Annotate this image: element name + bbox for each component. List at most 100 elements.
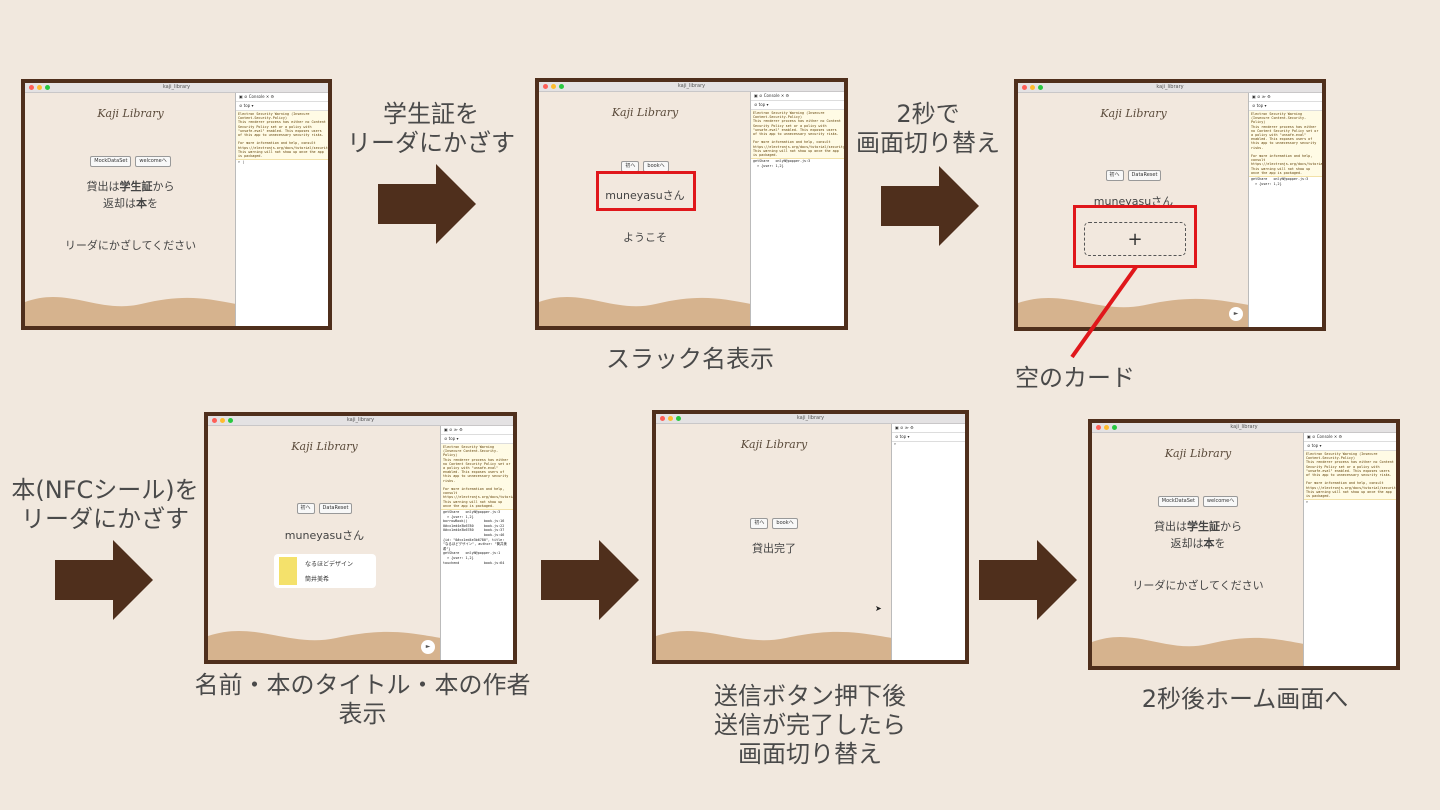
window-title: kaji_library — [1156, 84, 1184, 90]
tab-console[interactable]: Console — [1317, 434, 1333, 439]
window-titlebar: kaji_library — [208, 416, 513, 426]
logo: Kaji Library — [611, 106, 679, 119]
window-title: kaji_library — [796, 415, 825, 421]
caption-book-info: 名前・本のタイトル・本の作者 表示 — [194, 671, 531, 728]
caption-return-home: 2秒後ホーム画面へ — [1141, 685, 1349, 713]
window-titlebar: kaji_library — [1018, 83, 1322, 93]
book-card[interactable]: なるほどデザイン 筒井美希 — [274, 554, 376, 588]
devtools-panel: ▣ ⊘ Console ✕ ⚙ ⊘ top ▾ Electron Securit… — [1303, 433, 1396, 666]
window-titlebar: kaji_library — [1092, 423, 1396, 433]
callout-line — [1070, 265, 1138, 359]
devtools-toolbar: ▣ ⊘ Console ✕ ⚙ — [236, 93, 328, 102]
screenshot-home-return: kaji_library Kaji Library MockDataSet we… — [1088, 419, 1400, 670]
app-area: Kaji Library 初へ DataReset muneyasuさん なるほ… — [208, 426, 441, 660]
right-arrow-4 — [541, 540, 639, 620]
devtools-toolbar: ▣ ⊘ ≫ ⚙ — [892, 424, 965, 433]
window-titlebar: kaji_library — [656, 414, 965, 424]
book-author: 筒井美希 — [305, 576, 330, 583]
devtools-panel: ▣ ⊘ Console ✕ ⚙ ⊘ top ▾ Electron Securit… — [235, 93, 328, 326]
console-log: getShare onlyN@popper.js:3 > {user: 1,2}… — [443, 510, 507, 565]
welcome-button[interactable]: welcomeへ — [135, 156, 171, 167]
app-area: Kaji Library MockDataSet welcomeへ 貸出は学生証… — [1092, 433, 1304, 666]
right-arrow-5 — [979, 540, 1077, 620]
devtools-context: ⊘ top ▾ — [236, 102, 328, 111]
security-warning: Electron Security Warning (Insecure Cont… — [236, 111, 328, 161]
datareset-button[interactable]: DataReset — [318, 503, 353, 514]
mockdataset-button[interactable]: MockDataSet — [90, 156, 132, 167]
caption-slack-name: スラック名表示 — [606, 345, 774, 373]
devtools-context: ⊘ top ▾ — [1249, 102, 1322, 111]
devtools-toolbar: ▣ ⊘ Console ✕ ⚙ — [751, 92, 844, 101]
play-icon[interactable]: ► — [1229, 307, 1243, 321]
home-button[interactable]: 初へ — [750, 518, 769, 529]
window-title: kaji_library — [162, 84, 191, 90]
caption-send-complete: 送信ボタン押下後 送信が完了したら 画面切り替え — [714, 682, 906, 768]
devtools-panel: ▣ ⊘ ≫ ⚙ ⊘ top ▾ Electron Security Warnin… — [1248, 93, 1322, 327]
devtools-toolbar: ▣ ⊘ ≫ ⚙ — [1249, 93, 1322, 102]
reader-prompt: リーダにかざしてください — [1132, 579, 1264, 592]
play-icon[interactable]: ► — [421, 640, 435, 654]
caption-scan-id: 学生証を リーダにかざす — [347, 100, 515, 157]
screenshot-borrow-complete: kaji_library Kaji Library 初へ bookへ 貸出完了 … — [652, 410, 969, 664]
borrow-status: 貸出完了 — [752, 542, 796, 555]
devtools-toolbar: ▣ ⊘ Console ✕ ⚙ — [1304, 433, 1396, 442]
console-log: > | — [238, 160, 245, 165]
highlight-user-name — [596, 171, 696, 211]
home-button[interactable]: 初へ — [1105, 170, 1124, 181]
security-warning: Electron Security Warning (Insecure Cont… — [1304, 451, 1396, 501]
logo: Kaji Library — [291, 440, 358, 453]
security-warning: Electron Security Warning (Insecure Cont… — [1249, 111, 1322, 178]
caption-switch-2sec: 2秒で 画面切り替え — [856, 100, 1000, 157]
logo: Kaji Library — [740, 438, 808, 451]
welcome-text: ようこそ — [623, 231, 667, 244]
welcome-button[interactable]: welcomeへ — [1202, 496, 1239, 507]
right-arrow-1 — [378, 164, 476, 244]
highlight-empty-card — [1073, 205, 1197, 268]
window-titlebar: kaji_library — [25, 83, 328, 93]
caption-empty-card: 空のカード — [1015, 364, 1135, 392]
user-name: muneyasuさん — [284, 529, 365, 542]
screenshot-book-info: kaji_library Kaji Library 初へ DataReset m… — [204, 412, 517, 664]
devtools-context: ⊘ top ▾ — [1304, 442, 1396, 451]
mockdataset-button[interactable]: MockDataSet — [1157, 496, 1199, 507]
tab-console[interactable]: Console — [764, 93, 780, 98]
tab-console[interactable]: Console — [249, 94, 265, 99]
logo: Kaji Library — [97, 107, 164, 120]
devtools-context: ⊘ top ▾ — [441, 435, 513, 444]
book-button[interactable]: bookへ — [772, 518, 798, 529]
bottom-wave — [539, 296, 751, 326]
book-cover — [279, 557, 297, 585]
devtools-context: ⊘ top ▾ — [751, 101, 844, 110]
window-title: kaji_library — [346, 417, 375, 423]
right-arrow-3 — [55, 540, 153, 620]
reader-prompt: リーダにかざしてください — [64, 239, 197, 252]
bottom-wave — [656, 630, 892, 660]
security-warning: Electron Security Warning (Insecure Cont… — [751, 110, 844, 160]
devtools-panel: ▣ ⊘ Console ✕ ⚙ ⊘ top ▾ Electron Securit… — [750, 92, 844, 326]
devtools-panel: ▣ ⊘ ≫ ⚙ ⊘ top ▾ Electron Security Warnin… — [440, 426, 513, 660]
window-titlebar: kaji_library — [539, 82, 844, 92]
app-area: Kaji Library 初へ bookへ 貸出完了 ➤ — [656, 424, 892, 660]
home-button[interactable]: 初へ — [296, 503, 315, 514]
console-log: getShare onlyN@popper.js:3 > {user: 1,2} — [1251, 177, 1309, 186]
datareset-button[interactable]: DataReset — [1127, 170, 1162, 181]
bottom-wave — [1092, 636, 1304, 666]
logo: Kaji Library — [1164, 447, 1232, 460]
mouse-cursor-icon: ➤ — [875, 604, 882, 613]
logo: Kaji Library — [1100, 107, 1167, 120]
devtools-panel: ▣ ⊘ ≫ ⚙ ⊘ top ▾ > — [891, 424, 965, 660]
app-area: Kaji Library MockDataSet welcomeへ 貸出は学生証… — [25, 93, 236, 326]
window-title: kaji_library — [677, 83, 706, 89]
right-arrow-2 — [881, 166, 979, 246]
screenshot-home: kaji_library Kaji Library MockDataSet we… — [21, 79, 332, 330]
console-log: getShare onlyN@popper.js:3 > {user: 1,2} — [753, 159, 811, 168]
borrow-instruction: 貸出は学生証から 返却は本を — [1154, 520, 1242, 550]
book-title: なるほどデザイン — [305, 561, 354, 568]
borrow-instruction: 貸出は学生証から 返却は本を — [86, 180, 175, 210]
caption-scan-book: 本(NFCシール)を リーダにかざす — [11, 476, 199, 533]
bottom-wave — [208, 630, 441, 660]
console-log: > — [894, 442, 897, 446]
window-title: kaji_library — [1230, 424, 1258, 430]
devtools-toolbar: ▣ ⊘ ≫ ⚙ — [441, 426, 513, 435]
devtools-context: ⊘ top ▾ — [892, 433, 965, 442]
